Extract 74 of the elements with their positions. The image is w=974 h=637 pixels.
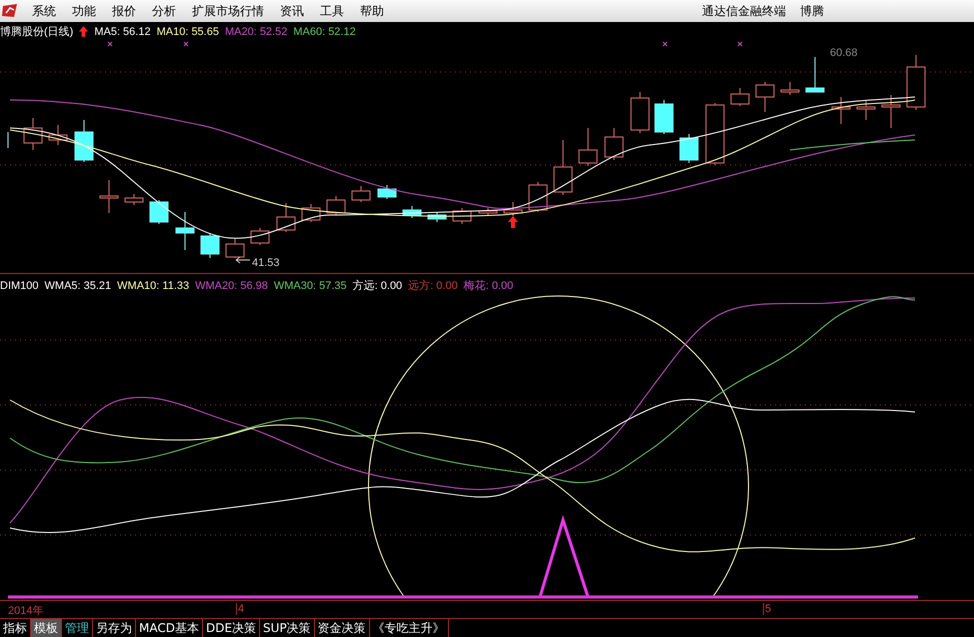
bottom-tab[interactable]: 指标	[0, 619, 31, 637]
candlestick	[378, 184, 396, 200]
menu-item[interactable]: 功能	[72, 2, 96, 20]
candlestick	[856, 100, 876, 120]
indicator-value: 远方: 0.00	[408, 278, 458, 293]
app-logo-icon[interactable]	[2, 4, 18, 18]
bottom-tab[interactable]: 模板	[31, 619, 62, 637]
candlestick	[604, 128, 624, 160]
candlestick	[74, 120, 94, 162]
candlestick	[578, 128, 598, 166]
indicator-value: MA20: 52.52	[224, 26, 288, 38]
candlestick	[906, 54, 926, 110]
candlestick	[428, 212, 446, 222]
candlestick	[24, 118, 42, 150]
candlestick	[326, 196, 346, 216]
menu-item[interactable]: 分析	[152, 2, 176, 20]
candlestick	[100, 180, 118, 214]
title-text: 博腾	[800, 2, 824, 20]
indicator-value: WMA20: 56.98	[195, 280, 268, 292]
up-arrow-icon	[79, 26, 88, 37]
menu-item[interactable]: 报价	[112, 2, 136, 20]
candlestick	[48, 124, 68, 146]
high-price-label: 60.68	[830, 47, 858, 59]
menu-item[interactable]: 扩展市场行情	[192, 2, 264, 20]
candlestick	[528, 182, 548, 212]
candlestick	[478, 208, 498, 216]
candlestick	[630, 92, 650, 134]
candlestick	[730, 88, 750, 106]
axis-label: 2014年	[8, 604, 44, 618]
low-price-label: 41.53	[236, 256, 280, 269]
up-arrow-icon	[508, 216, 518, 228]
candlestick	[352, 186, 370, 202]
candlestick	[882, 94, 900, 128]
title-text: 通达信金融终端	[702, 2, 786, 20]
chart-title: 博腾股份(日线)	[0, 25, 74, 39]
candlestick	[680, 134, 698, 164]
cross-marker-icon	[184, 42, 188, 46]
candlestick	[124, 194, 144, 206]
candlestick	[226, 238, 244, 258]
candlestick	[176, 212, 194, 250]
indicator-value: 方远: 0.00	[352, 278, 402, 293]
candlestick	[452, 208, 472, 224]
axis-label: 4	[236, 603, 244, 615]
indicator-value: MA10: 55.65	[156, 26, 219, 38]
cross-marker-icon	[108, 42, 112, 46]
candlestick	[756, 82, 774, 112]
indicator-value: 梅花: 0.00	[464, 279, 514, 293]
menu-item[interactable]: 帮助	[360, 2, 384, 20]
candlestick	[654, 100, 674, 134]
indicator-value: MA5: 56.12	[94, 26, 151, 38]
indicator-value: WMA30: 57.35	[274, 280, 347, 292]
menu-item[interactable]: 资讯	[280, 2, 304, 20]
bottom-tab[interactable]: 管理	[62, 619, 93, 637]
menu-item[interactable]: 系统	[32, 2, 56, 20]
candlestick	[832, 96, 850, 124]
candlestick	[302, 204, 320, 222]
candlestick	[200, 232, 220, 258]
indicator-name: DIM100	[0, 280, 39, 292]
candlestick	[706, 102, 724, 166]
candlestick	[780, 82, 800, 96]
indicator-value: MA60: 52.12	[293, 26, 356, 38]
candlestick	[554, 140, 572, 196]
indicator-value: WMA5: 35.21	[44, 280, 112, 292]
menu-item[interactable]: 工具	[320, 2, 344, 20]
axis-label: 5	[763, 603, 772, 615]
candlestick	[504, 202, 522, 216]
candlestick	[402, 206, 422, 218]
cross-marker-icon	[738, 42, 742, 46]
cross-marker-icon	[662, 42, 668, 46]
candlestick	[806, 56, 824, 92]
candlestick	[150, 200, 168, 224]
candlestick	[276, 202, 296, 232]
indicator-value: WMA10: 11.33	[117, 280, 190, 292]
candlestick	[250, 228, 270, 246]
